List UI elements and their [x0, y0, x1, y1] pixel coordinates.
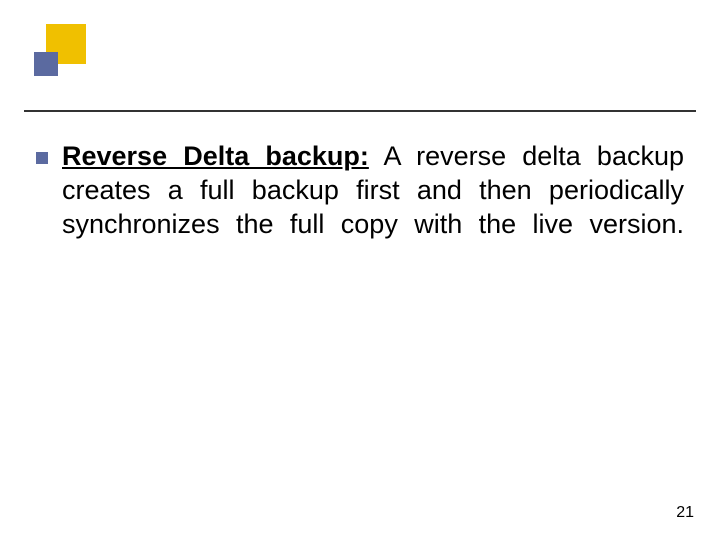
slide: Reverse Delta backup: A reverse delta ba…: [0, 0, 720, 540]
content-area: Reverse Delta backup: A reverse delta ba…: [36, 140, 684, 241]
term: Reverse Delta backup:: [62, 141, 369, 171]
header-rule: [24, 110, 696, 112]
bullet-item: Reverse Delta backup: A reverse delta ba…: [36, 140, 684, 241]
slide-logo: [24, 24, 88, 88]
page-number: 21: [676, 504, 694, 522]
square-bullet-icon: [36, 152, 48, 164]
logo-square-blue: [34, 52, 58, 76]
bullet-text: Reverse Delta backup: A reverse delta ba…: [62, 140, 684, 241]
